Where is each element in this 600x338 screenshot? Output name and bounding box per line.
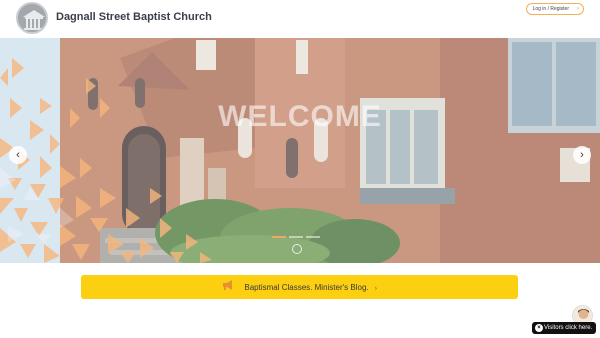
slider-pagination <box>272 236 320 238</box>
slider-dot[interactable] <box>289 236 303 238</box>
chevron-right-icon: › <box>577 6 579 12</box>
slider-prev-button[interactable]: ‹ <box>9 146 27 164</box>
scroll-down-icon[interactable] <box>292 244 302 254</box>
site-title[interactable]: Dagnall Street Baptist Church <box>56 11 212 23</box>
site-header: Dagnall Street Baptist Church Log in / R… <box>0 0 600 38</box>
announcement-banner[interactable]: Baptismal Classes. Minister's Blog. › <box>81 275 518 299</box>
close-icon[interactable]: × <box>535 324 543 332</box>
church-logo[interactable] <box>16 2 48 34</box>
welcome-heading: WELCOME <box>218 100 382 133</box>
login-register-label: Log in / Register <box>532 6 569 12</box>
slider-dot[interactable] <box>272 236 286 238</box>
chevron-right-icon: › <box>580 149 584 161</box>
church-building-icon <box>18 4 46 32</box>
login-register-button[interactable]: Log in / Register › <box>525 3 584 15</box>
megaphone-icon <box>222 275 234 299</box>
announcement-text: Baptismal Classes. Minister's Blog. <box>244 283 369 292</box>
hero-slider: WELCOME ‹ › <box>0 38 600 263</box>
slider-dot[interactable] <box>306 236 320 238</box>
chevron-left-icon: ‹ <box>16 149 20 161</box>
visitors-link[interactable]: × Visitors click here. <box>532 322 596 334</box>
visitors-label: Visitors click here. <box>544 325 593 331</box>
slider-next-button[interactable]: › <box>573 146 591 164</box>
chevron-right-icon: › <box>374 286 377 292</box>
hero-church-photo <box>0 38 600 263</box>
